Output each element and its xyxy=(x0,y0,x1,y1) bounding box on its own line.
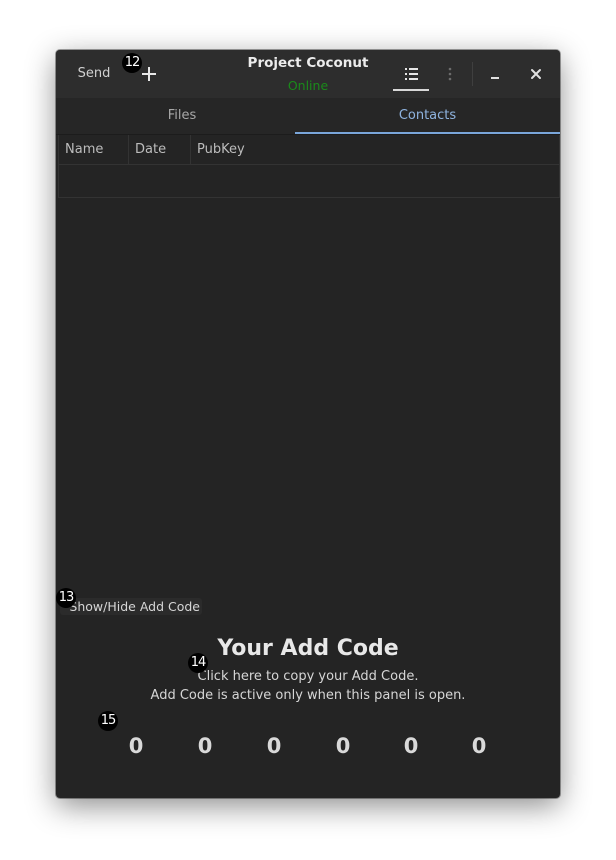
annotation-marker-14: 14 xyxy=(188,653,208,673)
connection-status: Online xyxy=(287,78,329,93)
tab-bar: Files Contacts xyxy=(56,98,560,135)
tab-files[interactable]: Files xyxy=(56,98,308,134)
add-code-digits[interactable]: 0 0 0 0 0 0 xyxy=(56,734,560,764)
copy-hint[interactable]: Click here to copy your Add Code. xyxy=(56,669,560,684)
add-code-digit: 0 xyxy=(335,734,351,758)
minimize-button[interactable] xyxy=(481,59,509,89)
annotation-marker-12: 12 xyxy=(122,53,142,73)
annotation-marker-15: 15 xyxy=(98,711,118,731)
app-window: Send Project Coconut Online Files Contac… xyxy=(56,50,560,798)
table-header: Name Date PubKey xyxy=(59,135,559,165)
contacts-table: Name Date PubKey xyxy=(58,135,560,198)
close-icon xyxy=(531,69,541,79)
close-button[interactable] xyxy=(522,59,550,89)
send-button[interactable]: Send xyxy=(68,59,120,89)
view-list-button[interactable] xyxy=(393,59,429,91)
add-code-digit: 0 xyxy=(197,734,213,758)
tab-contacts[interactable]: Contacts xyxy=(295,98,560,134)
add-code-digit: 0 xyxy=(128,734,144,758)
column-header-date[interactable]: Date xyxy=(129,135,191,164)
active-note: Add Code is active only when this panel … xyxy=(150,688,466,703)
column-header-name[interactable]: Name xyxy=(59,135,129,164)
minimize-icon xyxy=(491,77,499,79)
column-header-pubkey[interactable]: PubKey xyxy=(191,135,559,164)
add-code-title: Your Add Code xyxy=(217,636,399,661)
annotation-marker-13: 13 xyxy=(56,588,76,608)
kebab-menu-icon xyxy=(448,67,452,81)
add-code-digit: 0 xyxy=(403,734,419,758)
list-icon xyxy=(405,68,418,80)
header-separator xyxy=(472,62,473,86)
add-code-panel[interactable]: Your Add Code Click here to copy your Ad… xyxy=(56,636,560,758)
menu-button[interactable] xyxy=(438,59,462,89)
add-code-digit: 0 xyxy=(471,734,487,758)
show-hide-add-code-toggle[interactable]: Show/Hide Add Code xyxy=(60,598,202,615)
window-title: Project Coconut xyxy=(247,55,369,71)
add-code-digit: 0 xyxy=(266,734,282,758)
